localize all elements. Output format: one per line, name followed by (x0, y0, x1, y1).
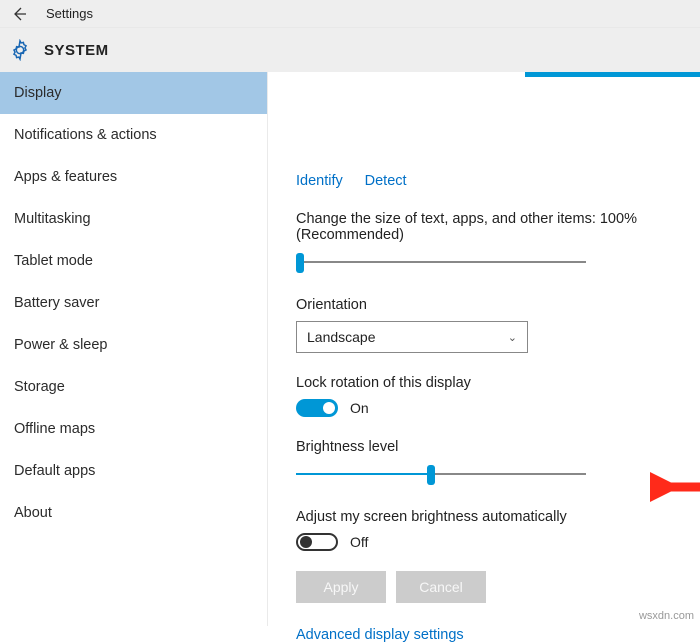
sidebar-item-offline-maps[interactable]: Offline maps (0, 408, 267, 450)
orientation-select[interactable]: Landscape ⌄ (296, 321, 528, 353)
lock-rotation-state: On (350, 400, 369, 416)
watermark: wsxdn.com (639, 610, 694, 622)
auto-brightness-toggle[interactable] (296, 533, 338, 551)
sidebar-nav: Display Notifications & actions Apps & f… (0, 72, 268, 626)
sidebar-item-label: Storage (14, 379, 65, 395)
advanced-display-link[interactable]: Advanced display settings (296, 627, 684, 643)
brightness-label: Brightness level (296, 439, 684, 455)
gear-icon (6, 36, 34, 64)
scale-slider[interactable] (296, 251, 586, 275)
section-title: SYSTEM (44, 42, 109, 59)
app-title: Settings (46, 6, 93, 21)
sidebar-item-power-sleep[interactable]: Power & sleep (0, 324, 267, 366)
sidebar-item-label: Offline maps (14, 421, 95, 437)
progress-bar (525, 72, 700, 77)
sidebar-item-label: Notifications & actions (14, 127, 157, 143)
brightness-slider[interactable] (296, 463, 586, 487)
sidebar-item-label: About (14, 505, 52, 521)
back-arrow-icon (11, 6, 27, 22)
auto-brightness-label: Adjust my screen brightness automaticall… (296, 509, 684, 525)
sidebar-item-label: Display (14, 85, 62, 101)
sidebar-item-label: Default apps (14, 463, 95, 479)
sidebar-item-label: Tablet mode (14, 253, 93, 269)
chevron-down-icon: ⌄ (508, 331, 517, 344)
apply-button: Apply (296, 571, 386, 603)
orientation-label: Orientation (296, 297, 684, 313)
sidebar-item-default-apps[interactable]: Default apps (0, 450, 267, 492)
sidebar-item-tablet-mode[interactable]: Tablet mode (0, 240, 267, 282)
lock-rotation-label: Lock rotation of this display (296, 375, 684, 391)
sidebar-item-storage[interactable]: Storage (0, 366, 267, 408)
sidebar-item-label: Apps & features (14, 169, 117, 185)
sidebar-item-label: Power & sleep (14, 337, 108, 353)
auto-brightness-state: Off (350, 534, 368, 550)
content-pane: Identify Detect Change the size of text,… (268, 72, 700, 626)
sidebar-item-notifications[interactable]: Notifications & actions (0, 114, 267, 156)
sidebar-item-label: Battery saver (14, 295, 99, 311)
sidebar-item-display[interactable]: Display (0, 72, 267, 114)
window-titlebar: Settings (0, 0, 700, 28)
identify-link[interactable]: Identify (296, 173, 343, 189)
cancel-button: Cancel (396, 571, 486, 603)
lock-rotation-toggle[interactable] (296, 399, 338, 417)
sidebar-item-battery-saver[interactable]: Battery saver (0, 282, 267, 324)
scale-label: Change the size of text, apps, and other… (296, 211, 684, 243)
detect-link[interactable]: Detect (365, 173, 407, 189)
annotation-arrow-icon (650, 472, 700, 502)
sidebar-item-about[interactable]: About (0, 492, 267, 534)
orientation-value: Landscape (307, 329, 376, 345)
section-header: SYSTEM (0, 28, 700, 72)
sidebar-item-label: Multitasking (14, 211, 91, 227)
sidebar-item-apps-features[interactable]: Apps & features (0, 156, 267, 198)
back-button[interactable] (6, 1, 32, 27)
sidebar-item-multitasking[interactable]: Multitasking (0, 198, 267, 240)
